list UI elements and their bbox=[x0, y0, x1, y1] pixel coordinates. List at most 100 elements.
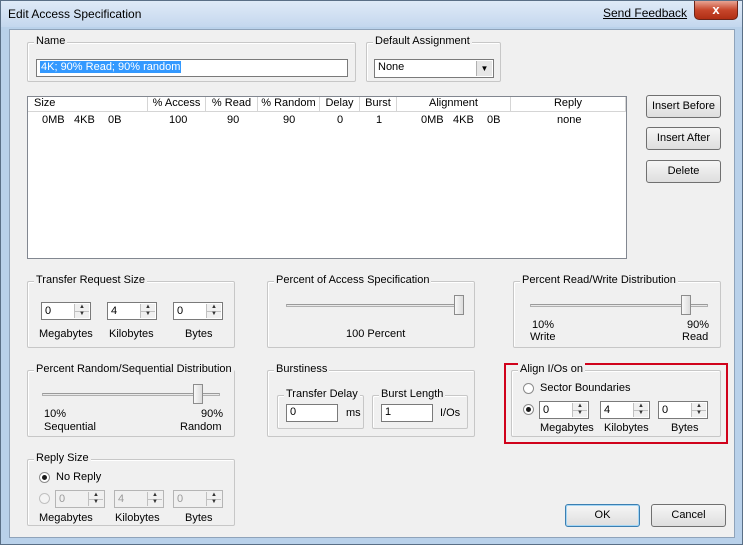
cell-delay: 0 bbox=[337, 114, 344, 126]
no-reply-radio[interactable] bbox=[39, 472, 50, 483]
cell-align-mb: 0MB bbox=[421, 114, 444, 126]
burst-length-group: Burst Length 1 I/Os bbox=[372, 388, 468, 429]
write-percent: 10% bbox=[532, 319, 555, 331]
column-alignment[interactable]: Alignment bbox=[397, 97, 511, 111]
align-mb-label: Megabytes bbox=[540, 422, 594, 434]
random-label: Random bbox=[180, 421, 222, 433]
read-write-slider-thumb[interactable] bbox=[681, 295, 692, 315]
close-icon: x bbox=[712, 2, 720, 17]
ok-button[interactable]: OK bbox=[565, 504, 640, 527]
percent-access-group: Percent of Access Specification 100 Perc… bbox=[267, 274, 475, 348]
cell-reply: none bbox=[557, 114, 582, 126]
column-read[interactable]: % Read bbox=[206, 97, 258, 111]
default-assignment-label: Default Assignment bbox=[373, 35, 472, 47]
random-seq-slider-thumb[interactable] bbox=[193, 384, 204, 404]
random-percent: 90% bbox=[201, 408, 224, 420]
list-header: Size % Access % Read % Random Delay Burs… bbox=[28, 97, 626, 112]
transfer-mb-spinner[interactable]: 0 ▲ ▼ bbox=[41, 302, 91, 320]
window-title: Edit Access Specification bbox=[8, 7, 142, 21]
reply-mb-spinner[interactable]: 0 ▲ ▼ bbox=[55, 490, 105, 508]
cell-size-b: 0B bbox=[108, 114, 122, 126]
cell-align-b: 0B bbox=[487, 114, 501, 126]
burst-length-input[interactable]: 1 bbox=[381, 404, 433, 422]
access-spec-list[interactable]: Size % Access % Read % Random Delay Burs… bbox=[27, 96, 627, 259]
cell-align-kb: 4KB bbox=[453, 114, 474, 126]
spin-down-icon: ▼ bbox=[211, 311, 217, 317]
read-write-label: Percent Read/Write Distribution bbox=[520, 274, 678, 286]
reply-kb-spinner[interactable]: 4 ▲ ▼ bbox=[114, 490, 164, 508]
transfer-delay-label: Transfer Delay bbox=[284, 388, 360, 400]
align-kb-spinner[interactable]: 4 ▲ ▼ bbox=[600, 401, 650, 419]
cell-burst: 1 bbox=[376, 114, 383, 126]
align-b-spinner[interactable]: 0 ▲ ▼ bbox=[658, 401, 708, 419]
read-label: Read bbox=[682, 331, 709, 343]
transfer-mb-label: Megabytes bbox=[39, 328, 93, 340]
send-feedback-link[interactable]: Send Feedback bbox=[603, 6, 687, 20]
reply-b-spinner[interactable]: 0 ▲ ▼ bbox=[173, 490, 223, 508]
dialog-window: Edit Access Specification Send Feedback … bbox=[0, 0, 743, 545]
spin-down-icon: ▼ bbox=[93, 499, 99, 505]
transfer-delay-input[interactable]: 0 bbox=[286, 404, 338, 422]
name-input[interactable]: 4K; 90% Read; 90% random bbox=[36, 59, 348, 77]
random-sequential-group: Percent Random/Sequential Distribution 1… bbox=[27, 363, 235, 437]
align-ios-label: Align I/Os on bbox=[518, 363, 585, 375]
read-percent: 90% bbox=[687, 319, 710, 331]
transfer-request-size-label: Transfer Request Size bbox=[34, 274, 148, 286]
default-assignment-group: Default Assignment None ▼ bbox=[366, 35, 501, 82]
column-random[interactable]: % Random bbox=[258, 97, 320, 111]
spin-down-icon: ▼ bbox=[696, 410, 702, 416]
percent-access-slider-track[interactable] bbox=[286, 304, 464, 307]
column-burst[interactable]: Burst bbox=[360, 97, 397, 111]
delay-unit: ms bbox=[346, 407, 361, 419]
percent-access-slider-thumb[interactable] bbox=[454, 295, 464, 315]
name-input-value: 4K; 90% Read; 90% random bbox=[40, 61, 182, 73]
align-kb-label: Kilobytes bbox=[604, 422, 649, 434]
insert-after-button[interactable]: Insert After bbox=[646, 127, 721, 150]
sequential-label: Sequential bbox=[44, 421, 96, 433]
reply-size-label: Reply Size bbox=[34, 452, 91, 464]
cell-size-mb: 0MB bbox=[42, 114, 65, 126]
name-group-label: Name bbox=[34, 35, 68, 47]
random-sequential-label: Percent Random/Sequential Distribution bbox=[34, 363, 234, 375]
cell-random: 90 bbox=[283, 114, 296, 126]
spin-down-icon: ▼ bbox=[577, 410, 583, 416]
burst-unit: I/Os bbox=[440, 407, 461, 419]
spin-down-icon: ▼ bbox=[211, 499, 217, 505]
align-custom-radio[interactable] bbox=[523, 404, 534, 415]
spin-down-icon: ▼ bbox=[638, 410, 644, 416]
default-assignment-select[interactable]: None ▼ bbox=[374, 59, 494, 78]
spin-down-icon: ▼ bbox=[145, 311, 151, 317]
transfer-kb-spinner[interactable]: 4 ▲ ▼ bbox=[107, 302, 157, 320]
spin-down-icon: ▼ bbox=[79, 311, 85, 317]
title-bar[interactable]: Edit Access Specification Send Feedback … bbox=[1, 1, 742, 27]
reply-mb-label: Megabytes bbox=[39, 512, 93, 524]
cancel-button[interactable]: Cancel bbox=[651, 504, 726, 527]
align-mb-spinner[interactable]: 0 ▲ ▼ bbox=[539, 401, 589, 419]
transfer-b-label: Bytes bbox=[185, 328, 213, 340]
column-size[interactable]: Size bbox=[28, 97, 148, 111]
close-button[interactable]: x bbox=[694, 1, 738, 20]
burst-length-label: Burst Length bbox=[379, 388, 446, 400]
insert-before-button[interactable]: Insert Before bbox=[646, 95, 721, 118]
dialog-client-area: Name 4K; 90% Read; 90% random Default As… bbox=[9, 29, 735, 538]
transfer-b-spinner[interactable]: 0 ▲ ▼ bbox=[173, 302, 223, 320]
transfer-delay-group: Transfer Delay 0 ms bbox=[277, 388, 364, 429]
sector-boundaries-label: Sector Boundaries bbox=[540, 382, 631, 394]
column-delay[interactable]: Delay bbox=[320, 97, 360, 111]
no-reply-label: No Reply bbox=[56, 471, 102, 483]
burstiness-label: Burstiness bbox=[274, 363, 330, 375]
burstiness-group: Burstiness Transfer Delay 0 ms Burst Len… bbox=[267, 363, 475, 437]
delete-button[interactable]: Delete bbox=[646, 160, 721, 183]
column-access[interactable]: % Access bbox=[148, 97, 206, 111]
column-reply[interactable]: Reply bbox=[511, 97, 626, 111]
reply-kb-label: Kilobytes bbox=[115, 512, 160, 524]
sector-boundaries-radio[interactable] bbox=[523, 383, 534, 394]
reply-custom-radio[interactable] bbox=[39, 493, 50, 504]
percent-access-value: 100 Percent bbox=[346, 328, 406, 340]
sequential-percent: 10% bbox=[44, 408, 67, 420]
align-b-label: Bytes bbox=[671, 422, 699, 434]
reply-size-group: Reply Size No Reply 0 ▲ ▼ 4 ▲ ▼ 0 ▲ ▼ Megab… bbox=[27, 452, 235, 526]
chevron-down-icon[interactable]: ▼ bbox=[476, 61, 492, 76]
name-group: Name 4K; 90% Read; 90% random bbox=[27, 35, 356, 82]
reply-b-label: Bytes bbox=[185, 512, 213, 524]
